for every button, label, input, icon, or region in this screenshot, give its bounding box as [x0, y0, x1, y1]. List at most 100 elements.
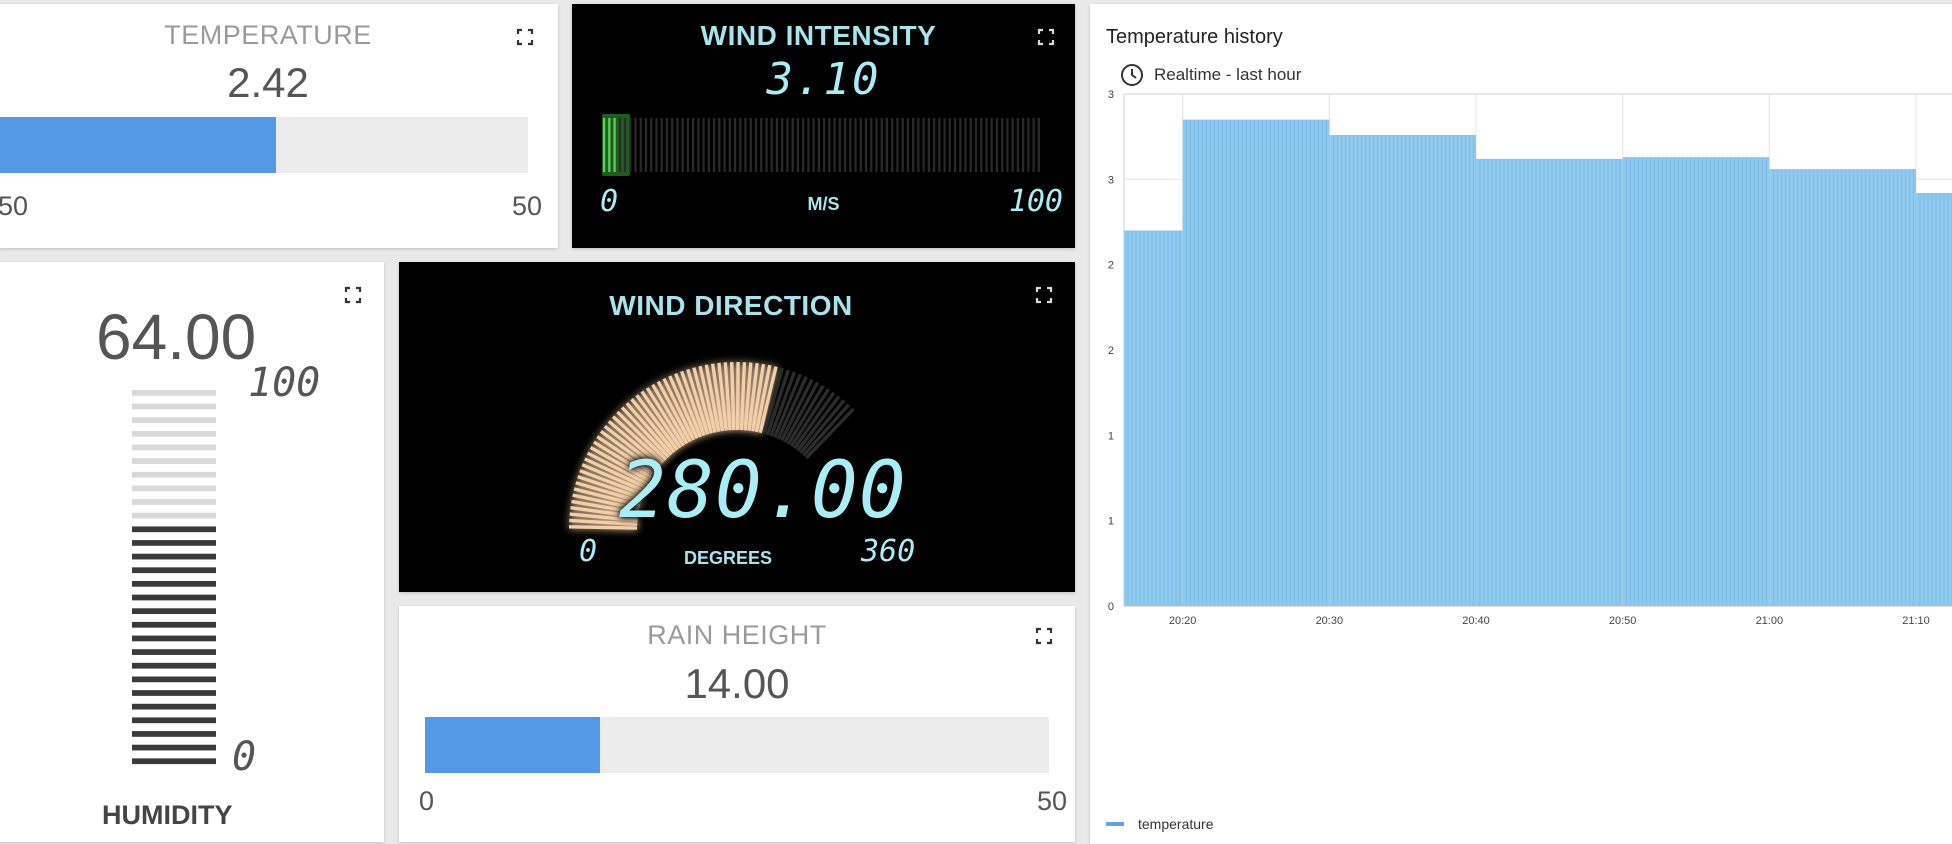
wind-direction-gauge [399, 262, 1075, 592]
humidity-segment-on [132, 717, 216, 723]
led-segment-off [991, 118, 993, 172]
humidity-segment-on [132, 554, 216, 560]
humidity-segment-off [132, 404, 216, 410]
led-segment-off [739, 118, 741, 172]
led-segment-off [823, 118, 825, 172]
led-segment-off [750, 118, 752, 172]
wind-intensity-unit: M/S [572, 194, 1075, 215]
temperature-bar-segment [1329, 135, 1476, 606]
temperature-bar-segment [1183, 120, 1330, 606]
led-segment-off [760, 118, 762, 172]
humidity-led-bar [132, 388, 222, 770]
led-segment-off [849, 118, 851, 172]
temperature-bar-segment [1623, 157, 1770, 606]
led-segment-off [938, 118, 940, 172]
legend-label: temperature [1138, 816, 1213, 832]
humidity-segment-on [132, 595, 216, 601]
x-tick-label: 20:30 [1316, 615, 1344, 627]
led-segment-off [744, 118, 746, 172]
temperature-bar-segment [1916, 193, 1952, 606]
temperature-min-label: 50 [0, 191, 28, 222]
led-segment-off [1033, 118, 1035, 172]
humidity-segment-off [132, 499, 216, 505]
y-tick-label: 1 [1108, 430, 1114, 442]
led-segment-off [718, 118, 720, 172]
led-segment-off [666, 118, 668, 172]
y-tick-label: 2 [1108, 260, 1114, 272]
humidity-segment-on [132, 731, 216, 737]
wind-intensity-max-label: 100 [1009, 184, 1063, 219]
humidity-segment-off [132, 486, 216, 492]
rain-height-card: RAIN HEIGHT 14.00 0 50 [399, 606, 1075, 842]
temperature-history-card: Temperature history Realtime - last hour… [1090, 4, 1952, 844]
led-segment-off [933, 118, 935, 172]
led-segment-off [671, 118, 673, 172]
led-segment-off [1006, 118, 1008, 172]
humidity-segment-off [132, 445, 216, 451]
led-segment-off [713, 118, 715, 172]
led-segment-off [807, 118, 809, 172]
rain-height-min-label: 0 [419, 786, 434, 817]
led-segment-off [645, 118, 647, 172]
rain-height-bar [425, 717, 1049, 773]
humidity-segment-on [132, 526, 216, 532]
led-segment-off [959, 118, 961, 172]
led-segment-off [697, 118, 699, 172]
gauge-segment-on [732, 362, 734, 430]
led-segment-off [781, 118, 783, 172]
led-segment-off [1027, 118, 1029, 172]
humidity-segment-off [132, 472, 216, 478]
led-segment-off [964, 118, 966, 172]
led-segment-off [1012, 118, 1014, 172]
y-tick-label: 1 [1108, 516, 1114, 528]
led-segment-off [813, 118, 815, 172]
fullscreen-icon[interactable] [1035, 627, 1053, 645]
x-tick-label: 21:00 [1756, 615, 1784, 627]
led-segment-on [603, 118, 605, 172]
humidity-segment-on [132, 622, 216, 628]
fullscreen-icon[interactable] [516, 28, 534, 46]
led-segment-off [912, 118, 914, 172]
wind-intensity-led-bar [602, 114, 1042, 176]
led-segment-off [629, 118, 631, 172]
y-tick-label: 3 [1108, 89, 1114, 101]
led-segment-off [765, 118, 767, 172]
led-segment-off [624, 118, 626, 172]
humidity-segment-on [132, 758, 216, 764]
led-segment-off [802, 118, 804, 172]
wind-direction-unit: DEGREES [399, 548, 1075, 569]
led-segment-off [828, 118, 830, 172]
humidity-segment-off [132, 458, 216, 464]
led-segment-off [928, 118, 930, 172]
x-tick-label: 20:20 [1169, 615, 1197, 627]
humidity-max-label: 100 [248, 360, 320, 406]
wind-direction-max-label: 360 [861, 534, 915, 569]
led-segment-off [917, 118, 919, 172]
led-segment-off [682, 118, 684, 172]
led-segment-off [860, 118, 862, 172]
x-tick-label: 20:50 [1609, 615, 1637, 627]
gauge-segment-on [741, 362, 744, 430]
temperature-bar-segment [1769, 169, 1916, 606]
led-segment-off [854, 118, 856, 172]
led-segment-off [634, 118, 636, 172]
led-segment-off [708, 118, 710, 172]
led-segment-off [1017, 118, 1019, 172]
led-segment-off [970, 118, 972, 172]
y-tick-label: 0 [1108, 601, 1114, 613]
humidity-segment-on [132, 677, 216, 683]
led-segment-off [1038, 118, 1040, 172]
humidity-segment-off [132, 513, 216, 519]
fullscreen-icon[interactable] [1035, 286, 1053, 304]
temperature-history-chart: 011223320:2020:3020:4020:5021:0021:10 [1090, 4, 1952, 804]
led-segment-off [902, 118, 904, 172]
led-segment-off [786, 118, 788, 172]
fullscreen-icon[interactable] [1037, 28, 1055, 46]
fullscreen-icon[interactable] [344, 286, 362, 304]
led-segment-off [703, 118, 705, 172]
wind-direction-value: 280.00 [619, 446, 907, 536]
y-tick-label: 2 [1108, 345, 1114, 357]
led-segment-off [923, 118, 925, 172]
rain-height-value: 14.00 [399, 660, 1075, 708]
led-segment-off [949, 118, 951, 172]
